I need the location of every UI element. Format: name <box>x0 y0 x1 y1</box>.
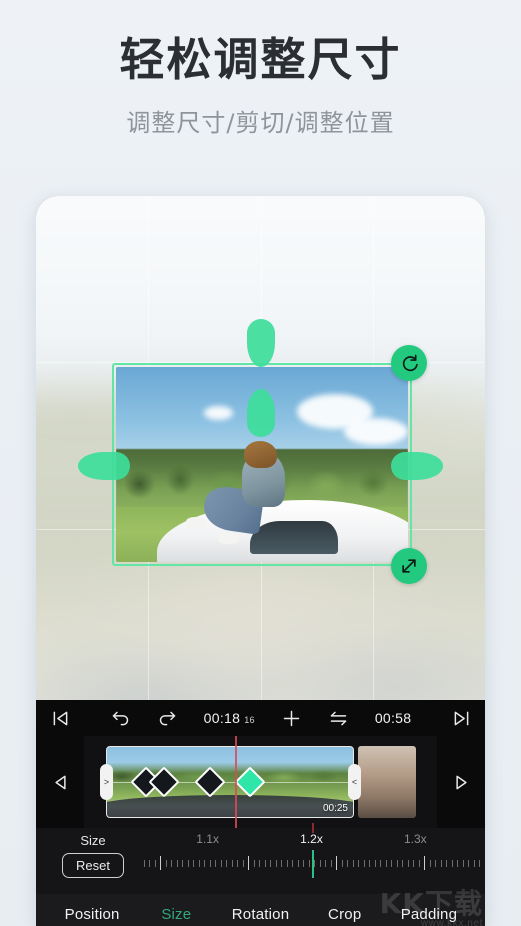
plus-icon[interactable] <box>281 708 302 729</box>
ruler-label: 1.3x <box>404 832 427 846</box>
skip-to-start-icon[interactable] <box>36 708 84 729</box>
ruler-cursor[interactable] <box>311 850 314 878</box>
clip-thumbnail-car <box>107 794 353 817</box>
current-frame-value: 16 <box>244 715 255 725</box>
scale-ruler[interactable]: 1.1x 1.2x 1.3x <box>144 823 480 890</box>
ruler-label: 1.1x <box>196 832 219 846</box>
timeline[interactable]: 00:25 > < <box>36 736 485 828</box>
resize-handle-left[interactable] <box>78 452 130 480</box>
next-frame-icon[interactable] <box>437 736 485 828</box>
timeline-clip-secondary[interactable] <box>358 746 416 818</box>
total-duration: 00:58 <box>374 710 412 726</box>
size-controls: Size Reset <box>50 833 136 878</box>
tab-size[interactable]: Size <box>134 906 218 923</box>
undo-icon[interactable] <box>110 708 131 729</box>
trim-handle-right[interactable]: < <box>348 764 361 800</box>
tab-crop[interactable]: Crop <box>303 906 387 923</box>
current-time-value: 00:18 <box>203 710 241 726</box>
page-subtitle: 调整尺寸/剪切/调整位置 <box>126 108 395 137</box>
previous-frame-icon[interactable] <box>36 736 84 828</box>
timeline-track[interactable]: 00:25 > < <box>84 736 437 828</box>
redo-icon[interactable] <box>157 708 178 729</box>
timeline-clip-primary[interactable]: 00:25 <box>106 746 354 818</box>
app-screenshot-frame: 00:18 16 00:58 00:25 > < Size Reset 1.1x… <box>36 196 485 926</box>
resize-handle-bottom[interactable] <box>246 389 275 437</box>
clip-duration-label: 00:25 <box>322 803 348 814</box>
resize-handle-top[interactable] <box>246 319 275 367</box>
tab-position[interactable]: Position <box>50 906 134 923</box>
trim-handle-left[interactable]: > <box>100 764 113 800</box>
page-title: 轻松调整尺寸 <box>119 33 402 86</box>
tab-padding[interactable]: Padding <box>387 906 471 923</box>
resize-handle-right[interactable] <box>391 452 443 480</box>
ruler-label-current: 1.2x <box>300 832 323 846</box>
promo-header: 轻松调整尺寸 调整尺寸/剪切/调整位置 <box>0 0 521 138</box>
reset-button[interactable]: Reset <box>62 853 124 878</box>
size-label: Size <box>80 833 106 848</box>
skip-to-end-icon[interactable] <box>437 708 485 729</box>
ruler-cursor-top-marker <box>311 823 314 833</box>
rotate-icon[interactable] <box>391 345 427 381</box>
tab-rotation[interactable]: Rotation <box>218 906 302 923</box>
resize-diagonal-icon[interactable] <box>391 548 427 584</box>
editor-toolbar: 00:18 16 00:58 <box>36 700 485 736</box>
playhead[interactable] <box>235 736 237 828</box>
ruler-labels: 1.1x 1.2x 1.3x <box>144 832 479 850</box>
swap-icon[interactable] <box>328 708 349 729</box>
size-adjust-panel: Size Reset 1.1x 1.2x 1.3x <box>36 823 485 894</box>
video-preview-canvas[interactable] <box>36 196 485 700</box>
current-timecode: 00:18 16 <box>204 710 255 726</box>
bottom-tab-bar: Position Size Rotation Crop Padding KK下载… <box>36 890 485 926</box>
